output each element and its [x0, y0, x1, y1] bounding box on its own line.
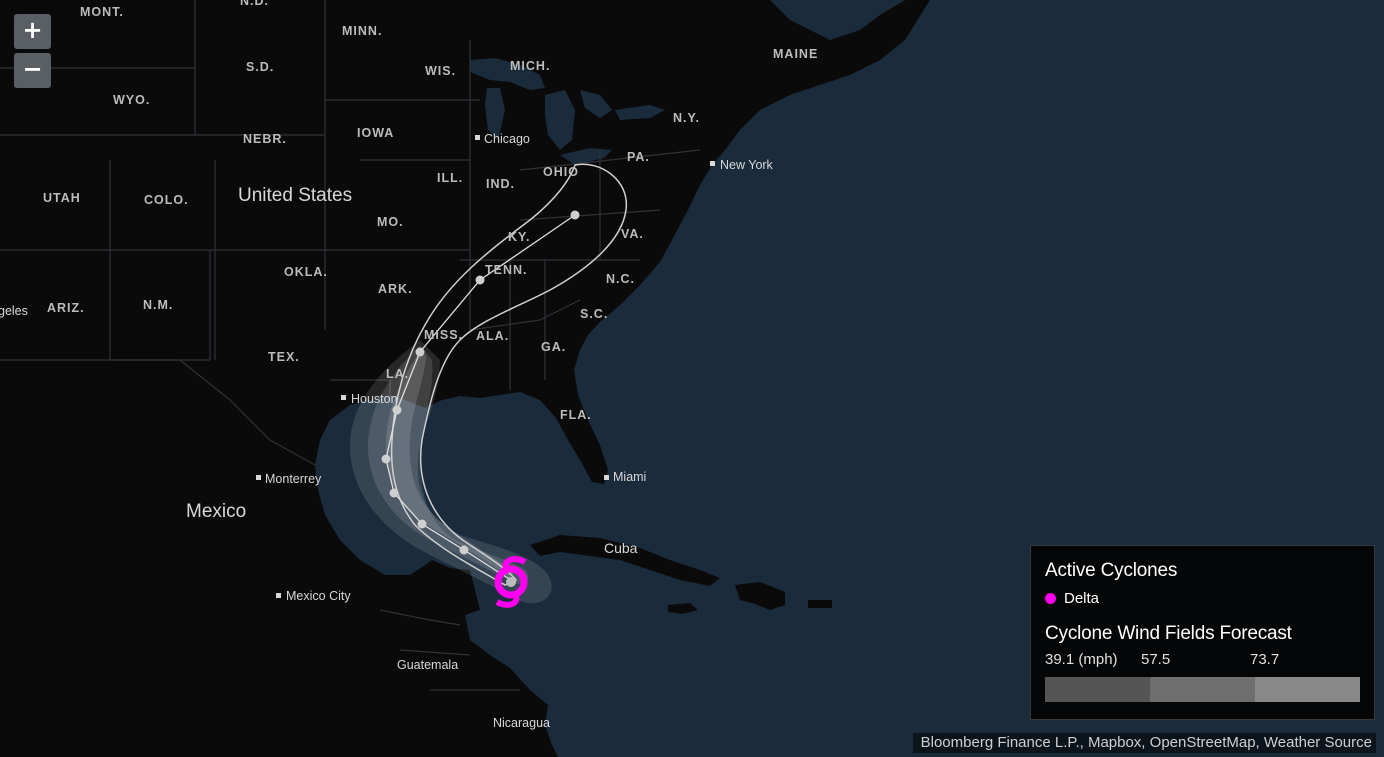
state-label: S.D.	[246, 60, 274, 74]
svg-text:Miami: Miami	[613, 470, 646, 484]
state-label: ILL.	[437, 171, 463, 185]
state-label: ALA.	[476, 329, 509, 343]
state-label: VA.	[621, 227, 644, 241]
state-label: TENN.	[485, 263, 528, 277]
state-label: GA.	[541, 340, 566, 354]
state-label: UTAH	[43, 191, 81, 205]
state-label: PA.	[627, 150, 650, 164]
state-label: MICH.	[510, 59, 550, 73]
legend-active-title: Active Cyclones	[1045, 560, 1178, 581]
state-label: MISS.	[424, 328, 463, 342]
state-label: S.C.	[580, 307, 608, 321]
state-label: COLO.	[144, 193, 189, 207]
state-label: N.Y.	[673, 111, 700, 125]
zoom-out-button[interactable]: −	[14, 53, 51, 88]
state-label: NEBR.	[243, 132, 287, 146]
state-label: MO.	[377, 215, 404, 229]
legend-panel: Active Cyclones Delta Cyclone Wind Field…	[1030, 545, 1375, 720]
state-label: FLA.	[560, 408, 592, 422]
svg-text:Monterrey: Monterrey	[265, 472, 322, 486]
scale-labels: 39.1 (mph) 57.5 73.7	[1045, 651, 1360, 671]
city-partial: geles	[0, 304, 28, 318]
legend-storm-item[interactable]: Delta	[1045, 590, 1360, 607]
country-label: Cuba	[604, 540, 638, 556]
state-label: ARK.	[378, 282, 413, 296]
scale-label-min: 39.1 (mph)	[1045, 651, 1118, 668]
storm-name: Delta	[1064, 590, 1100, 607]
state-label: N.D.	[240, 0, 269, 8]
wind-scale-bar	[1045, 677, 1360, 702]
state-label: IND.	[486, 177, 515, 191]
state-label: MINN.	[342, 24, 382, 38]
svg-text:Houston: Houston	[351, 392, 398, 406]
map-attribution[interactable]: Bloomberg Finance L.P., Mapbox, OpenStre…	[912, 733, 1376, 753]
city-new-york: New York	[710, 158, 774, 172]
storm-dot-icon	[1045, 593, 1056, 604]
state-label: WYO.	[113, 93, 150, 107]
legend-wind-title: Cyclone Wind Fields Forecast	[1045, 623, 1292, 644]
zoom-in-button[interactable]: +	[14, 14, 51, 49]
state-label: LA.	[386, 367, 409, 381]
puerto-rico-land	[808, 600, 832, 608]
city-nicaragua: Nicaragua	[493, 716, 550, 730]
svg-text:New York: New York	[720, 158, 774, 172]
country-label: United States	[238, 185, 352, 206]
svg-text:geles: geles	[0, 304, 28, 318]
city-guatemala: Guatemala	[397, 658, 458, 672]
state-label: IOWA	[357, 126, 394, 140]
svg-text:Chicago: Chicago	[484, 132, 530, 146]
svg-text:Guatemala: Guatemala	[397, 658, 458, 672]
state-label: ARIZ.	[47, 301, 85, 315]
scale-segment	[1150, 677, 1255, 702]
city-chicago: Chicago	[475, 132, 530, 146]
svg-text:Mexico City: Mexico City	[286, 589, 351, 603]
scale-segment	[1045, 677, 1150, 702]
city-monterrey: Monterrey	[256, 472, 322, 486]
state-label: N.C.	[606, 272, 635, 286]
state-label: KY.	[508, 230, 530, 244]
state-label: OHIO	[543, 165, 579, 179]
scale-label-mid: 57.5	[1141, 651, 1171, 668]
scale-label-max: 73.7	[1250, 651, 1280, 668]
state-label: WIS.	[425, 64, 456, 78]
country-label: Mexico	[186, 501, 246, 522]
scale-segment	[1255, 677, 1360, 702]
state-label: MONT.	[80, 5, 124, 19]
svg-text:Nicaragua: Nicaragua	[493, 716, 550, 730]
state-label: TEX.	[268, 350, 300, 364]
state-label: OKLA.	[284, 265, 328, 279]
state-label: N.M.	[143, 298, 173, 312]
state-label: MAINE	[773, 47, 818, 61]
city-mexico-city: Mexico City	[276, 589, 351, 603]
